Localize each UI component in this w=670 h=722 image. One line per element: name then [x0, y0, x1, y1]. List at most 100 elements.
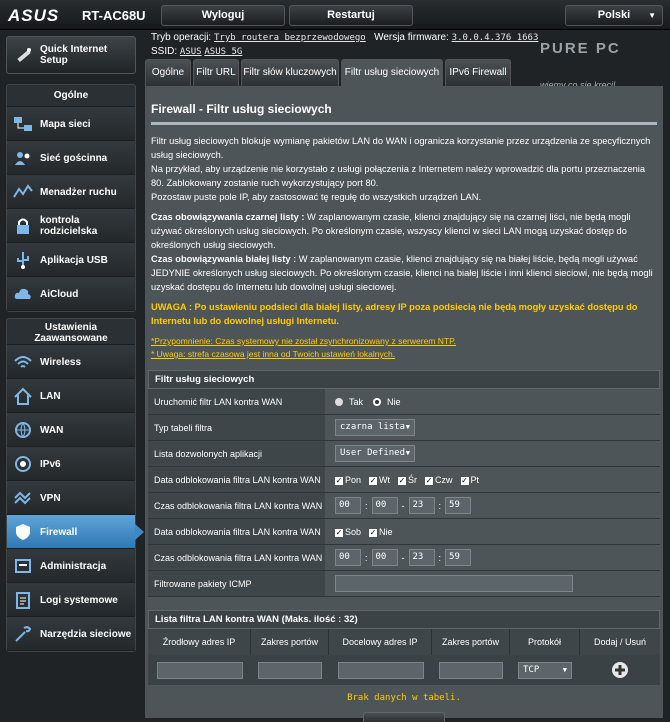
warning-text: UWAGA : Po ustawieniu podsieci dla białe… [151, 302, 638, 326]
sidebar-item-ipv6[interactable]: IPv6 [7, 447, 135, 481]
sidebar-item-lan[interactable]: LAN [7, 379, 135, 413]
restart-button[interactable]: Restartuj [289, 5, 413, 26]
day-checkbox[interactable]: ✓ Czw [425, 475, 453, 485]
time1-start-minute[interactable]: 00 [371, 497, 398, 514]
time1-start-hour[interactable]: 00 [335, 497, 361, 514]
checkbox-checked-icon: ✓ [398, 475, 407, 485]
sidebar-item-menad-er-ruchu[interactable]: Menadżer ruchu [7, 175, 135, 209]
col-protocol: Protokół [510, 629, 580, 655]
tab-keyword-filter[interactable]: Filtr słów kluczowych [241, 59, 339, 86]
day-checkbox[interactable]: ✓ Pon [335, 475, 361, 485]
quick-internet-setup-button[interactable]: Quick Internet Setup [6, 36, 136, 74]
date1-label: Data odblokowania filtra LAN kontra WAN [148, 467, 325, 492]
list-header: Lista filtra LAN kontra WAN (Maks. ilość… [148, 610, 660, 629]
sidebar-item-logi-systemowe[interactable]: Logi systemowe [7, 583, 135, 617]
col-port-range-2: Zakres portów [432, 629, 510, 655]
day-checkbox[interactable]: ✓ Pt [460, 475, 479, 485]
protocol-select[interactable]: TCP ▼ [518, 661, 572, 679]
sidebar-item-label: IPv6 [40, 458, 61, 470]
add-icon[interactable] [611, 661, 629, 679]
sidebar-item-mapa-sieci[interactable]: Mapa sieci [7, 107, 135, 141]
sidebar-item-aplikacja-usb[interactable]: Aplikacja USB [7, 243, 135, 277]
language-select[interactable]: Polski ▼ [565, 5, 663, 26]
sidebar-item-sie-go-cinna[interactable]: Sieć gościnna [7, 141, 135, 175]
chevron-down-icon: ▼ [405, 449, 410, 457]
time2-start-hour[interactable]: 00 [335, 549, 361, 566]
wifi-icon [13, 353, 33, 371]
asus-logo: ASUS [8, 6, 60, 25]
admin-icon [13, 557, 33, 575]
logout-button[interactable]: Wyloguj [161, 5, 285, 26]
source-port-input[interactable] [258, 661, 322, 679]
general-header: Ogólne [7, 85, 135, 107]
table-type-select[interactable]: czarna lista ▼ [335, 419, 415, 436]
tab-network-services-filter[interactable]: Filtr usług sieciowych [341, 59, 443, 86]
ssid-2: ASUS_5G [204, 47, 243, 57]
blacklist-label: Czas obowiązywania czarnej listy : [151, 212, 305, 222]
ssid-1: ASUS [179, 47, 202, 57]
no-label: Nie [387, 396, 401, 407]
sidebar-item-wireless[interactable]: Wireless [7, 345, 135, 379]
op-mode-link[interactable]: Tryb routera bezprzewodowego [214, 33, 366, 43]
wand-icon [17, 48, 31, 63]
day-label: Śr [408, 474, 418, 485]
filter-list-table: Lista filtra LAN kontra WAN (Maks. ilość… [148, 610, 660, 711]
source-ip-input[interactable] [156, 661, 243, 679]
dest-ip-input[interactable] [337, 661, 424, 679]
sidebar-item-administracja[interactable]: Administracja [7, 549, 135, 583]
checkbox-checked-icon: ✓ [335, 527, 343, 537]
desc-p3: Pozostaw puste pole IP, aby zastosować t… [151, 192, 482, 202]
icmp-label: Filtrowane pakiety ICMP [148, 571, 325, 596]
tab-url-filter[interactable]: Filtr URL [193, 59, 239, 86]
sidebar-item-label: LAN [40, 390, 61, 402]
time2-end-hour[interactable]: 23 [408, 549, 435, 566]
status-info: Tryb operacji: Tryb routera bezprzewodow… [151, 31, 538, 59]
day-checkbox[interactable]: ✓ Nie [369, 527, 393, 537]
title-divider [151, 122, 657, 125]
checkbox-checked-icon: ✓ [460, 475, 469, 485]
checkbox-checked-icon: ✓ [369, 527, 378, 537]
timezone-note[interactable]: * Uwaga: strefa czasowa jest inna od Two… [151, 348, 657, 361]
firmware-link[interactable]: 3.0.0.4.376_1663 [452, 33, 539, 43]
icmp-input[interactable] [335, 575, 573, 592]
network-map-icon [13, 115, 33, 133]
sidebar-item-kontrola-rodzicielska[interactable]: kontrola rodzicielska [7, 209, 135, 243]
sidebar-item-label: Administracja [40, 560, 107, 572]
sidebar-item-label: Logi systemowe [40, 594, 118, 606]
radio-yes[interactable] [335, 397, 343, 406]
tab-general[interactable]: Ogólne [145, 59, 191, 86]
apps-list-select[interactable]: User Defined ▼ [335, 445, 415, 462]
sidebar-item-vpn[interactable]: VPN [7, 481, 135, 515]
checkbox-checked-icon: ✓ [335, 475, 343, 485]
shield-icon [13, 523, 33, 541]
time2-end-minute[interactable]: 59 [445, 549, 472, 566]
day-label: Nie [379, 526, 393, 537]
day-checkbox[interactable]: ✓ Sob [335, 527, 361, 537]
col-port-range-1: Zakres portów [251, 629, 329, 655]
sidebar-item-firewall[interactable]: Firewall [7, 515, 144, 549]
dest-port-input[interactable] [439, 661, 503, 679]
firmware-label: Wersja firmware: [374, 32, 449, 43]
sidebar-item-aicloud[interactable]: AiCloud [7, 277, 135, 311]
time2-start-minute[interactable]: 00 [371, 549, 398, 566]
vpn-icon [13, 489, 33, 507]
day-checkbox[interactable]: ✓ Wt [369, 475, 390, 485]
page-title: Firewall - Filtr usług sieciowych [151, 102, 332, 116]
ntp-reminder[interactable]: *Przypomnienie: Czas systemowy nie zosta… [151, 335, 657, 348]
sidebar-item-label: Menadżer ruchu [40, 186, 117, 198]
sidebar-item-narz-dzia-sieciowe[interactable]: Narzędzia sieciowe [7, 617, 135, 651]
empty-table-message: Brak danych w tabeli. [148, 685, 660, 711]
day-checkbox[interactable]: ✓ Śr [398, 475, 417, 485]
log-icon [13, 591, 33, 609]
sidebar-item-label: Mapa sieci [40, 118, 91, 130]
apply-button[interactable] [363, 712, 445, 722]
time1-end-minute[interactable]: 59 [445, 497, 472, 514]
table-row: Typ tabeli filtra czarna lista ▼ [148, 415, 660, 441]
radio-no[interactable] [373, 397, 382, 406]
sidebar-item-wan[interactable]: WAN [7, 413, 135, 447]
parental-control-icon [13, 217, 33, 235]
description: Filtr usług sieciowych blokuje wymianę p… [151, 134, 657, 361]
main-panel: Firewall - Filtr usług sieciowych Filtr … [145, 86, 663, 722]
time1-end-hour[interactable]: 23 [408, 497, 435, 514]
tab-ipv6-firewall[interactable]: IPv6 Firewall [445, 59, 511, 86]
